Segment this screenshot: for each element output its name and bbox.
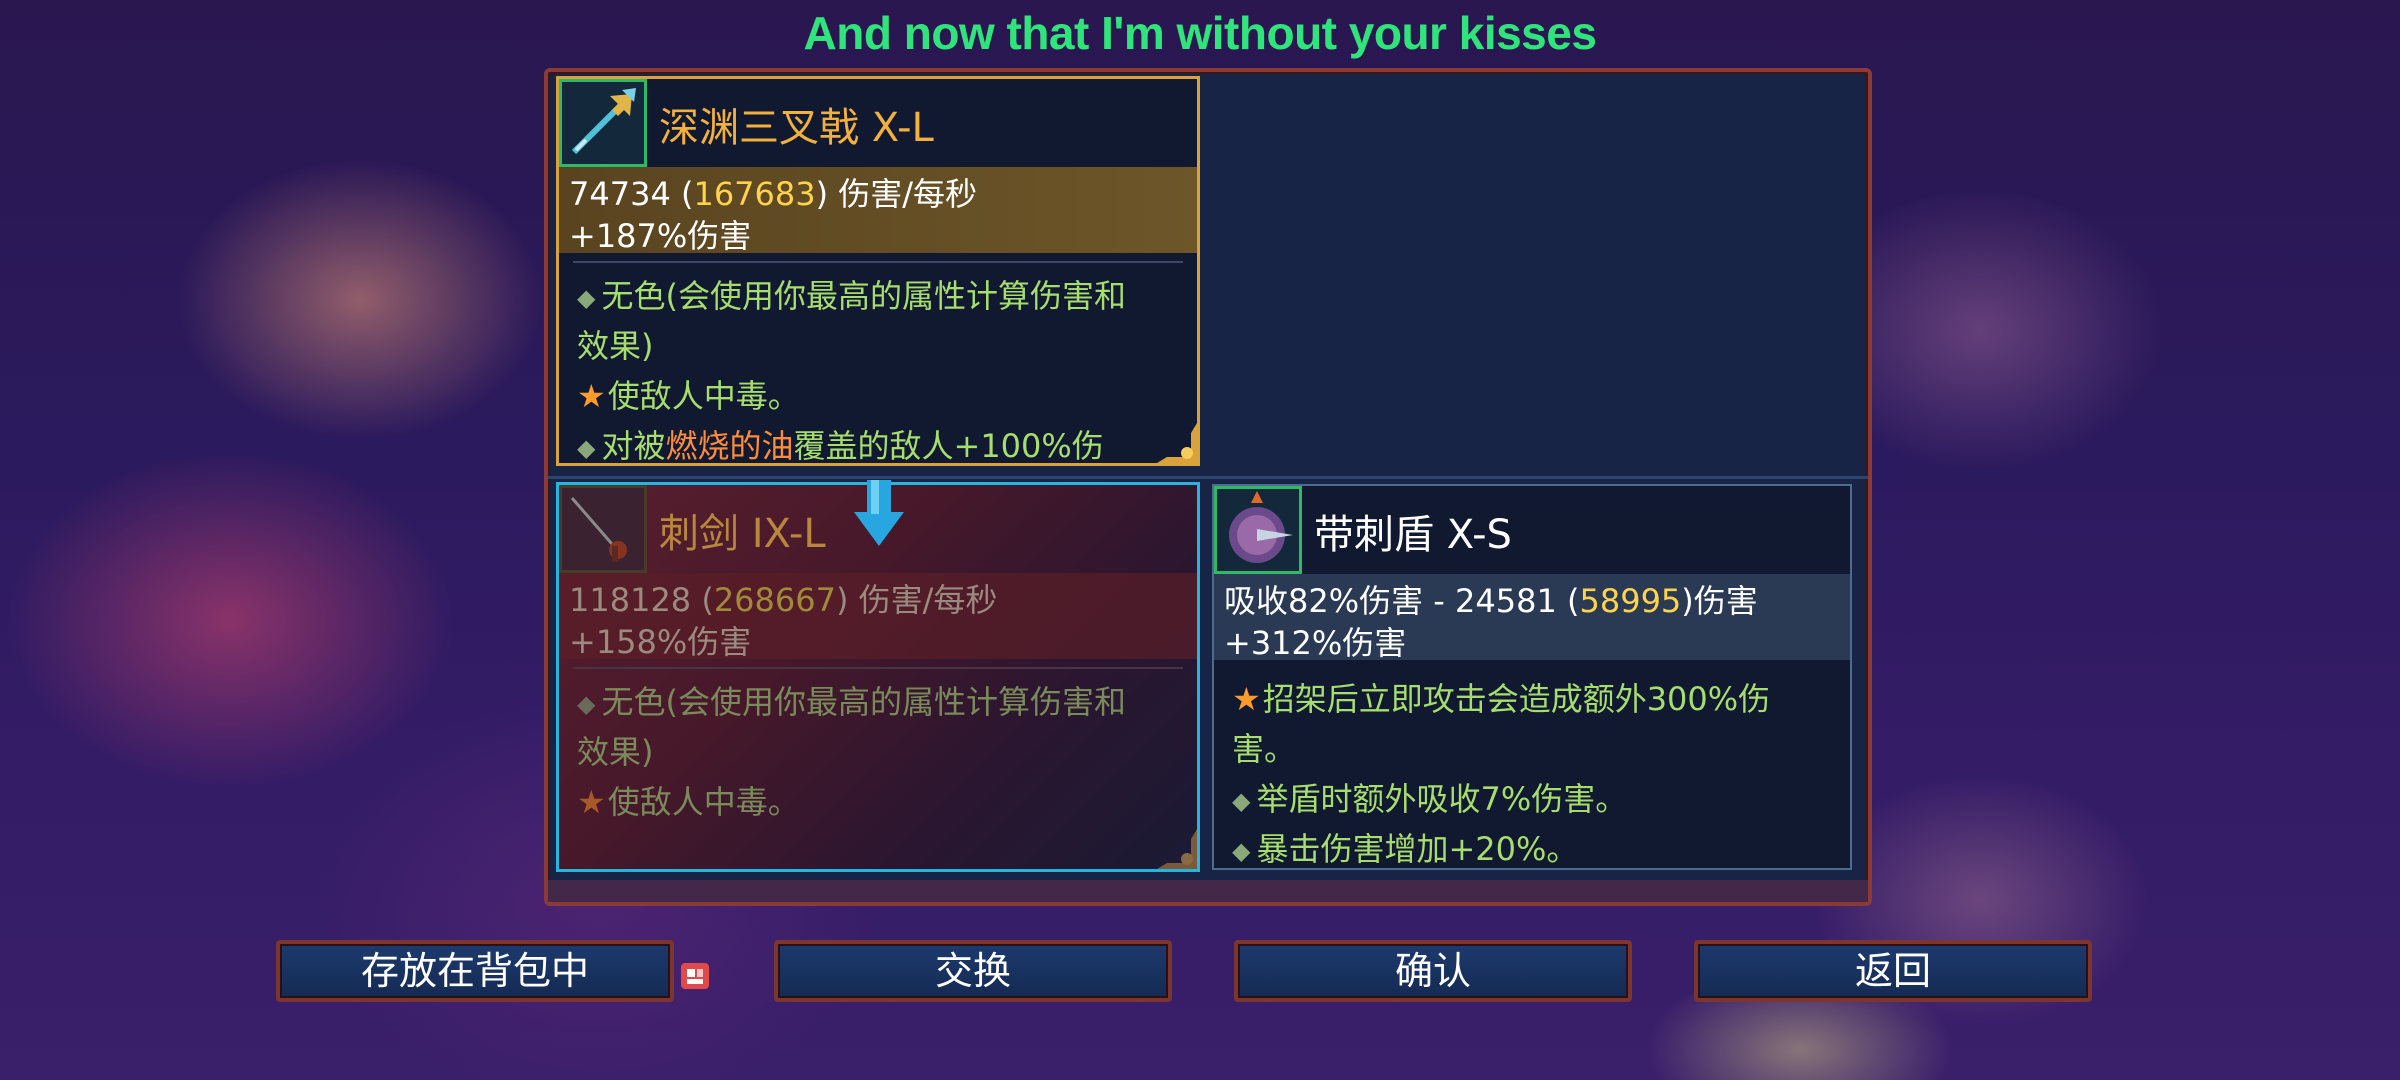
old-item-line-poison: ★使敌人中毒。 [577, 783, 800, 821]
confirm-button[interactable]: 确认 [1234, 940, 1632, 1002]
panel-divider [548, 476, 1868, 479]
old-item-name: 刺剑 IX-L [659, 511, 826, 557]
diamond-bullet-icon: ◆ [577, 434, 596, 462]
new-item-stats: 74734 (167683) 伤害/每秒 +187%伤害 [559, 167, 1197, 255]
shield-item-bonus: +312%伤害 [1224, 624, 1407, 662]
swap-down-arrow-icon [854, 480, 904, 546]
new-item-line-colorless: ◆ 无色(会使用你最高的属性计算伤害和 [577, 277, 1126, 315]
backpack-icon [681, 963, 709, 989]
old-item-dps: 118128 (268667) 伤害/每秒 [569, 581, 998, 619]
shield-item-line-parry-cont: 害。 [1232, 730, 1297, 768]
store-in-backpack-button[interactable]: 存放在背包中 [276, 940, 674, 1002]
shield-item-line-absorb: ◆ 举盾时额外吸收7%伤害。 [1232, 780, 1628, 818]
new-item-card[interactable]: 深渊三叉戟 X-L 74734 (167683) 伤害/每秒 +187%伤害 ◆… [556, 76, 1200, 466]
panel-bottom-strip [548, 880, 1868, 902]
new-item-bonus: +187%伤害 [569, 217, 752, 255]
corner-ornament [1157, 829, 1197, 869]
star-icon: ★ [577, 377, 606, 415]
diamond-bullet-icon: ◆ [1232, 787, 1251, 815]
separator [573, 261, 1183, 263]
shield-item-name: 带刺盾 X-S [1314, 512, 1512, 558]
shield-item-line-parry: ★招架后立即攻击会造成额外300%伤 [1232, 680, 1771, 718]
separator [573, 667, 1183, 669]
shield-item-card[interactable]: 带刺盾 X-S 吸收82%伤害 - 24581 (58995)伤害 +312%伤… [1212, 484, 1852, 870]
new-item-line-effect: 效果) [577, 327, 654, 365]
back-button[interactable]: 返回 [1694, 940, 2092, 1002]
shield-item-line-crit: ◆ 暴击伤害增加+20%。 [1232, 830, 1579, 868]
new-item-dps: 74734 (167683) 伤害/每秒 [569, 175, 978, 213]
new-item-line-poison: ★使敌人中毒。 [577, 377, 800, 415]
lyrics-caption: And now that I'm without your kisses [803, 7, 1597, 59]
new-item-line-oil: ◆ 对被燃烧的油覆盖的敌人+100%伤 [577, 427, 1104, 465]
star-icon: ★ [1232, 680, 1261, 718]
trident-icon [559, 79, 647, 167]
old-item-line-effect: 效果) [577, 733, 654, 771]
diamond-bullet-icon: ◆ [577, 690, 596, 718]
star-icon: ★ [577, 783, 606, 821]
spiked-shield-icon [1214, 486, 1302, 574]
old-item-stats: 118128 (268667) 伤害/每秒 +158%伤害 [559, 573, 1197, 661]
diamond-bullet-icon: ◆ [577, 284, 596, 312]
dagger-icon [559, 485, 647, 573]
old-item-line-colorless: ◆ 无色(会使用你最高的属性计算伤害和 [577, 683, 1126, 721]
swap-button[interactable]: 交换 [774, 940, 1172, 1002]
diamond-bullet-icon: ◆ [1232, 837, 1251, 865]
shield-item-absorb: 吸收82%伤害 - 24581 (58995)伤害 [1224, 582, 1758, 620]
old-item-bonus: +158%伤害 [569, 623, 752, 661]
new-item-name: 深渊三叉戟 X-L [659, 105, 934, 151]
gold-corner-ornament [1157, 423, 1197, 463]
shield-item-stats: 吸收82%伤害 - 24581 (58995)伤害 +312%伤害 [1214, 574, 1850, 662]
